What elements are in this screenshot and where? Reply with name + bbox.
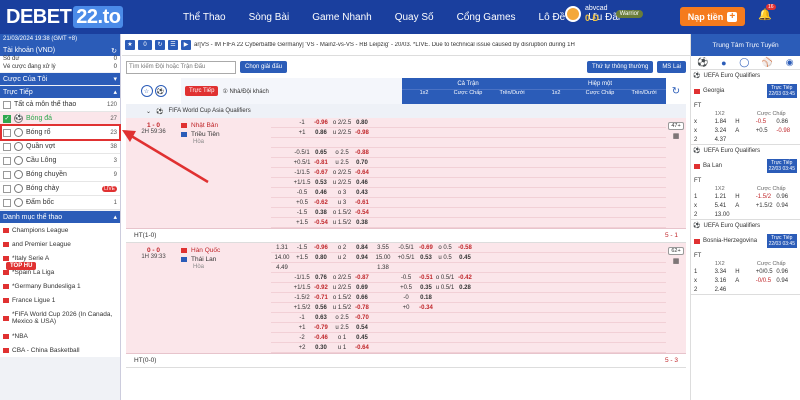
arrow-annotation bbox=[122, 130, 209, 184]
arrow-line bbox=[127, 132, 209, 184]
arrow-head bbox=[122, 130, 136, 142]
